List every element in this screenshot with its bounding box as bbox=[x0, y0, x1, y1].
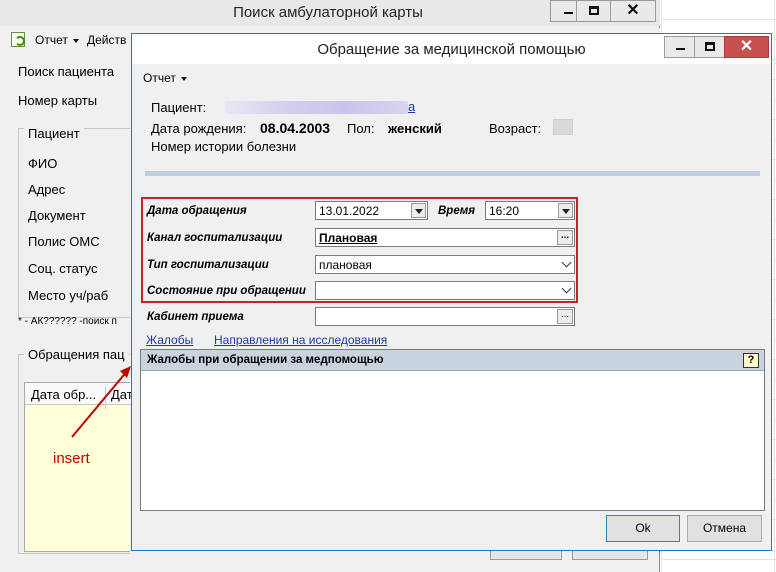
cancel-button[interactable]: Отмена bbox=[687, 515, 762, 542]
sex-label: Пол: bbox=[347, 121, 375, 136]
dob-value-text: 08.04.2003 bbox=[260, 120, 331, 136]
room-browse-button[interactable]: ... bbox=[557, 309, 573, 324]
annotation-arrow-line bbox=[71, 369, 129, 438]
chevron-down-icon bbox=[561, 257, 572, 268]
time-input[interactable]: 16:20 bbox=[485, 201, 575, 220]
ok-button[interactable]: Ok bbox=[606, 515, 680, 542]
state-label: Состояние при обращении bbox=[147, 285, 306, 297]
channel-input[interactable]: Плановая ... bbox=[315, 228, 575, 247]
section-divider bbox=[145, 171, 760, 176]
chevron-down-icon bbox=[561, 283, 572, 294]
age-value bbox=[553, 119, 573, 135]
type-select-value: плановая bbox=[319, 258, 372, 272]
patient-name-redacted[interactable] bbox=[225, 101, 408, 114]
dialog-menubar: Отчет bbox=[132, 67, 771, 89]
minimize-icon bbox=[675, 48, 685, 50]
help-icon[interactable]: ? bbox=[743, 353, 759, 368]
complaints-panel-title: Жалобы при обращении за медпомощью bbox=[147, 354, 384, 366]
dialog-close-button[interactable]: ✕ bbox=[724, 36, 769, 58]
date-label: Дата обращения bbox=[147, 205, 247, 217]
patient-label: Пациент: bbox=[151, 100, 207, 115]
channel-browse-button[interactable]: ... bbox=[557, 230, 573, 245]
sex-value: женский bbox=[388, 121, 442, 136]
dob-value: 08.04.2003 bbox=[260, 120, 330, 136]
annotation-label: insert bbox=[53, 450, 90, 467]
room-label: Кабинет приема bbox=[147, 311, 244, 323]
tab-referrals[interactable]: Направления на исследования bbox=[214, 333, 387, 347]
room-input[interactable]: ... bbox=[315, 307, 575, 326]
time-label: Время bbox=[438, 205, 476, 217]
state-select[interactable] bbox=[315, 281, 575, 300]
type-select[interactable]: плановая bbox=[315, 255, 575, 274]
close-icon: ✕ bbox=[739, 38, 754, 55]
channel-label: Канал госпитализации bbox=[147, 232, 283, 244]
chevron-down-icon bbox=[180, 76, 187, 81]
dialog-minimize-button[interactable] bbox=[664, 36, 695, 58]
history-number-label: Номер истории болезни bbox=[151, 139, 297, 154]
complaints-panel-header: Жалобы при обращении за медпомощью ? bbox=[141, 350, 764, 371]
dialog-menu-report[interactable]: Отчет bbox=[143, 71, 187, 85]
age-label: Возраст: bbox=[489, 121, 542, 136]
dialog-menu-report-label: Отчет bbox=[143, 71, 176, 85]
dob-label: Дата рождения: bbox=[151, 121, 247, 136]
date-dropdown-button[interactable] bbox=[411, 203, 426, 218]
complaints-panel[interactable]: Жалобы при обращении за медпомощью ? bbox=[140, 349, 765, 511]
date-input-value: 13.01.2022 bbox=[319, 204, 380, 218]
maximize-icon bbox=[704, 42, 715, 51]
tab-complaints[interactable]: Жалобы bbox=[146, 333, 193, 347]
dialog-titlebar: Обращение за медицинской помощью ✕ bbox=[132, 34, 771, 64]
time-input-value: 16:20 bbox=[489, 204, 520, 218]
date-input[interactable]: 13.01.2022 bbox=[315, 201, 428, 220]
patient-name-link[interactable]: a bbox=[408, 99, 415, 114]
channel-input-value: Плановая bbox=[319, 231, 378, 245]
dialog-maximize-button[interactable] bbox=[694, 36, 725, 58]
type-label: Тип госпитализации bbox=[147, 259, 269, 271]
time-dropdown-button[interactable] bbox=[558, 203, 573, 218]
